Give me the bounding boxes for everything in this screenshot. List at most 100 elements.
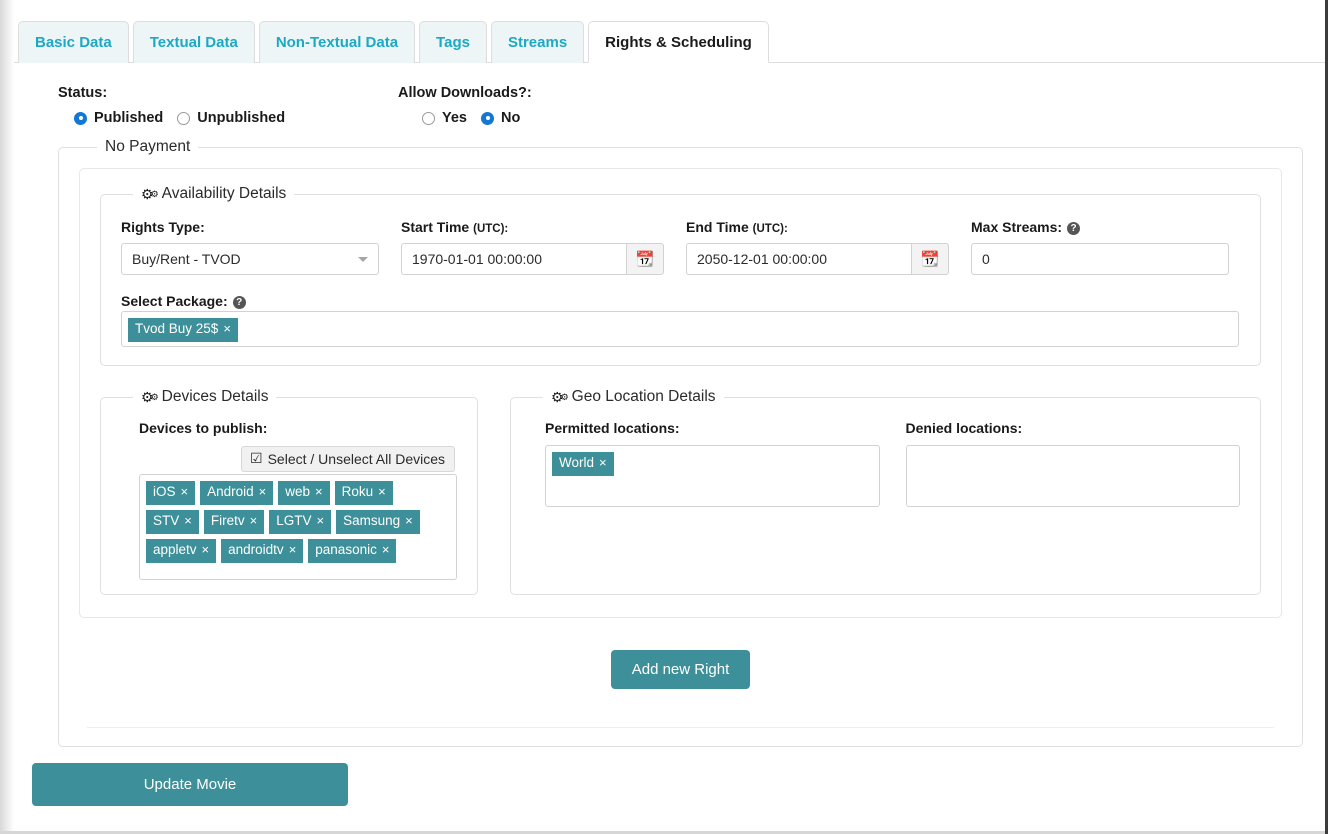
end-time-value: 2050-12-01 00:00:00 [697, 251, 827, 267]
status-downloads-row: Status: Published Unpublished Allow Down… [14, 63, 1325, 126]
tag-pill[interactable]: androidtv × [221, 538, 304, 563]
select-all-label: Select / Unselect All Devices [267, 450, 445, 467]
tab-panel-rights-scheduling: Status: Published Unpublished Allow Down… [14, 63, 1325, 806]
rights-type-label: Rights Type: [121, 219, 205, 235]
radio-downloads-no-input[interactable] [481, 111, 494, 125]
devices-details-legend-text: Devices Details [161, 388, 269, 405]
tag-label: Tvod Buy 25$ [135, 321, 219, 336]
availability-details-fieldset: ⚙⚙ Availability Details Rights Type: Buy/… [100, 185, 1261, 366]
tab-textual-data[interactable]: Textual Data [132, 21, 255, 63]
tag-label: iOS [153, 484, 176, 499]
add-new-right-button[interactable]: Add new Right [610, 650, 751, 689]
max-streams-input[interactable]: 0 [971, 243, 1229, 275]
update-movie-button[interactable]: Update Movie [32, 763, 348, 806]
devices-tag-input[interactable]: iOS × Android × web × Roku × STV × Firetv × LGTV × Sam… [139, 474, 457, 580]
tab-label: Basic Data [35, 34, 112, 51]
tag-remove-icon[interactable]: × [405, 513, 413, 529]
tag-remove-icon[interactable]: × [382, 542, 390, 558]
radio-downloads-yes-input[interactable] [422, 111, 435, 125]
availability-field-row: Rights Type: Buy/Rent - TVOD Start Time … [121, 219, 1240, 275]
calendar-icon[interactable]: 📆 [911, 243, 949, 275]
tag-remove-icon[interactable]: × [202, 542, 210, 558]
tag-remove-icon[interactable]: × [223, 321, 231, 337]
select-package-tag-input[interactable]: Tvod Buy 25$ × [121, 311, 1239, 347]
start-time-input[interactable]: 1970-01-01 00:00:00 [401, 243, 626, 275]
devices-details-fieldset: ⚙⚙ Devices Details Devices to publish: ☑ … [100, 388, 478, 595]
update-movie-row: Update Movie [14, 747, 1325, 806]
tag-remove-icon[interactable]: × [289, 542, 297, 558]
tag-pill[interactable]: Android × [200, 481, 274, 505]
tag-label: World [559, 455, 595, 470]
tag-remove-icon[interactable]: × [599, 455, 607, 471]
tag-pill[interactable]: Roku × [334, 481, 393, 505]
max-streams-field: Max Streams:? 0 [971, 219, 1229, 275]
radio-published-input[interactable] [74, 111, 87, 125]
tag-remove-icon[interactable]: × [259, 484, 267, 500]
tag-remove-icon[interactable]: × [378, 484, 386, 500]
select-package-field: Select Package:? Tvod Buy 25$ × [121, 293, 1240, 347]
tab-label: Non-Textual Data [275, 34, 399, 51]
rights-type-select[interactable]: Buy/Rent - TVOD [121, 243, 379, 275]
tag-pill[interactable]: web × [278, 481, 330, 505]
tag-remove-icon[interactable]: × [181, 484, 189, 500]
tag-remove-icon[interactable]: × [184, 513, 192, 529]
radio-unpublished-label: Unpublished [197, 110, 286, 126]
start-time-field: Start Time (UTC): 1970-01-01 00:00:00 📆 [401, 219, 664, 275]
availability-details-legend-text: Availability Details [161, 185, 287, 202]
left-edge-shadow [0, 0, 14, 834]
geo-location-legend-text: Geo Location Details [571, 388, 716, 405]
start-time-value: 1970-01-01 00:00:00 [412, 251, 542, 267]
tag-pill[interactable]: Tvod Buy 25$ × [128, 318, 238, 342]
tag-label: androidtv [228, 541, 284, 557]
tag-remove-icon[interactable]: × [316, 513, 324, 529]
end-time-input[interactable]: 2050-12-01 00:00:00 [686, 243, 911, 275]
tag-pill[interactable]: Samsung × [336, 509, 420, 534]
tag-pill[interactable]: LGTV × [269, 509, 332, 534]
end-time-label: End Time (UTC): [686, 219, 949, 235]
tag-label: STV [153, 512, 180, 528]
question-mark-icon[interactable]: ? [232, 296, 246, 309]
right-entry-panel: ⚙⚙ Availability Details Rights Type: Buy/… [79, 168, 1282, 618]
tag-pill[interactable]: iOS × [146, 481, 196, 505]
downloads-radio-group: Yes No [398, 110, 738, 126]
select-unselect-all-devices-button[interactable]: ☑ Select / Unselect All Devices [241, 446, 455, 472]
tag-label: Firetv [210, 512, 245, 528]
add-new-right-row: Add new Right [79, 650, 1282, 689]
tab-label: Streams [507, 34, 568, 51]
end-time-label-sub: (UTC): [752, 223, 788, 235]
tab-streams[interactable]: Streams [490, 21, 585, 63]
radio-option-downloads-no[interactable]: No [481, 110, 520, 126]
tag-pill[interactable]: appletv × [146, 538, 217, 563]
radio-option-downloads-yes[interactable]: Yes [422, 110, 467, 126]
permitted-locations-tag-input[interactable]: World × [545, 445, 880, 507]
availability-details-legend: ⚙⚙ Availability Details [133, 185, 294, 203]
end-time-label-main: End Time [686, 219, 749, 235]
denied-locations-tag-input[interactable] [905, 445, 1240, 507]
section-divider [87, 727, 1274, 728]
allow-downloads-label: Allow Downloads?: [398, 85, 532, 101]
tag-remove-icon[interactable]: × [250, 513, 258, 529]
rights-type-field: Rights Type: Buy/Rent - TVOD [121, 219, 379, 275]
start-time-label-main: Start Time [401, 219, 470, 235]
tag-remove-icon[interactable]: × [315, 484, 323, 500]
tag-pill[interactable]: STV × [146, 509, 199, 534]
status-label: Status: [58, 85, 108, 101]
tag-pill[interactable]: World × [552, 452, 614, 476]
tab-tags[interactable]: Tags [419, 21, 487, 63]
denied-locations-field: Denied locations: [905, 420, 1240, 507]
radio-downloads-no-label: No [501, 110, 521, 126]
tag-pill[interactable]: Firetv × [203, 509, 265, 534]
question-mark-icon[interactable]: ? [1067, 222, 1081, 235]
tab-non-textual-data[interactable]: Non-Textual Data [258, 21, 416, 63]
radio-unpublished-input[interactable] [177, 111, 191, 125]
radio-option-unpublished[interactable]: Unpublished [177, 110, 285, 126]
tab-basic-data[interactable]: Basic Data [18, 21, 129, 63]
tag-label: Android [207, 484, 254, 499]
end-time-input-group: 2050-12-01 00:00:00 📆 [686, 243, 949, 275]
tag-label: LGTV [276, 512, 312, 528]
tab-rights-and-scheduling[interactable]: Rights & Scheduling [588, 21, 769, 63]
calendar-icon[interactable]: 📆 [626, 243, 664, 275]
tag-pill[interactable]: panasonic × [308, 538, 397, 563]
tag-label: web [285, 484, 311, 499]
radio-option-published[interactable]: Published [74, 110, 163, 126]
